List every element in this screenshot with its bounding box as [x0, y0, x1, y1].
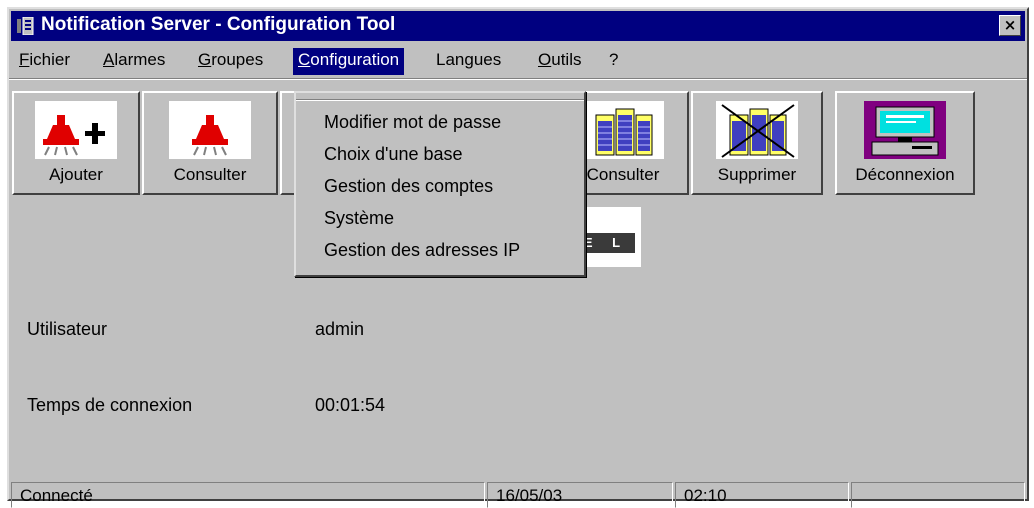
user-label: Utilisateur [27, 319, 108, 339]
disconnect-monitor-icon [864, 101, 946, 159]
consulter-alarmes-label: Consulter [173, 165, 247, 184]
user-value: admin [315, 319, 365, 339]
menu-alarmes[interactable]: Alarmes [98, 48, 170, 75]
connection-time-label: Temps de connexion [27, 395, 193, 415]
menu-fichier[interactable]: Fichier [14, 48, 75, 75]
buildings-icon [582, 101, 664, 159]
menu-outils[interactable]: Outils [533, 48, 586, 75]
status-connection: Connecté [11, 482, 485, 508]
alarm-icon [169, 101, 251, 159]
title-bar[interactable]: Notification Server - Configuration Tool… [11, 11, 1025, 41]
connection-time-value: 00:01:54 [315, 395, 386, 415]
supprimer-button[interactable]: Supprimer [691, 91, 823, 195]
menu-item-gestion-comptes[interactable]: Gestion des comptes [324, 176, 493, 206]
menu-item-gestion-adresses-ip[interactable]: Gestion des adresses IP [324, 240, 520, 270]
add-alarm-icon [35, 101, 117, 159]
deconnexion-button[interactable]: Déconnexion [835, 91, 975, 195]
menu-help[interactable]: ? [604, 48, 623, 75]
menu-bar: Fichier Alarmes Groupes Configuration La… [11, 45, 1025, 75]
window-title: Notification Server - Configuration Tool [41, 14, 396, 35]
consulter-alarmes-button[interactable]: Consulter [142, 91, 278, 195]
close-icon: × [1003, 16, 1017, 34]
main-window: Notification Server - Configuration Tool… [7, 7, 1029, 508]
status-date: 16/05/03 [487, 482, 673, 508]
deconnexion-label: Déconnexion [855, 165, 955, 184]
delete-buildings-icon [716, 101, 798, 159]
ajouter-label: Ajouter [49, 165, 103, 184]
supprimer-label: Supprimer [717, 165, 797, 184]
menu-top-separator [296, 99, 584, 101]
menu-item-choix-base[interactable]: Choix d'une base [324, 144, 463, 174]
menu-separator [9, 78, 1027, 80]
menu-langues[interactable]: Langues [431, 48, 506, 75]
ajouter-button[interactable]: Ajouter [12, 91, 140, 195]
menu-item-modifier-mot-de-passe[interactable]: Modifier mot de passe [324, 112, 501, 142]
configuration-menu: Modifier mot de passe Choix d'une base G… [294, 91, 586, 277]
close-button[interactable]: × [999, 15, 1021, 36]
status-extra [851, 482, 1025, 508]
menu-item-systeme[interactable]: Système [324, 208, 394, 238]
status-time: 02:10 [675, 482, 849, 508]
menu-groupes[interactable]: Groupes [193, 48, 268, 75]
app-icon [17, 16, 35, 36]
menu-configuration[interactable]: Configuration [293, 48, 405, 75]
